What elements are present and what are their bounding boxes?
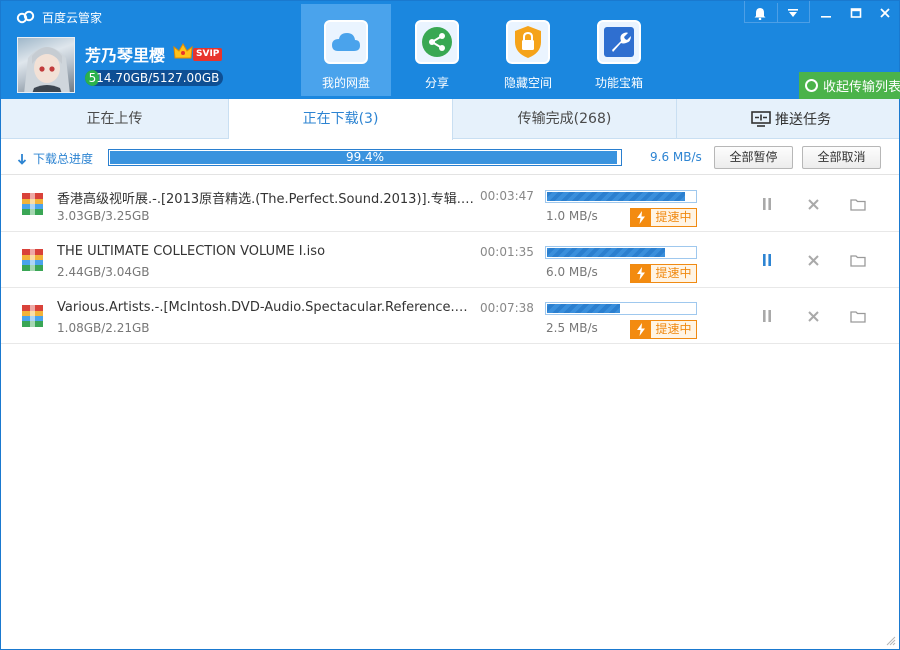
total-progress-percent: 99.4% [345, 150, 385, 164]
pause-all-button[interactable]: 全部暂停 [714, 146, 793, 169]
open-folder-icon[interactable] [849, 251, 867, 269]
task-remaining-time: 00:07:38 [480, 301, 534, 315]
download-task-row[interactable]: Various.Artists.-.[McIntosh.DVD-Audio.Sp… [1, 288, 899, 344]
collapse-transfer-list-button[interactable]: 收起传输列表 [799, 72, 900, 99]
task-progress-bar [545, 190, 697, 203]
download-task-row[interactable]: 香港高级视听展.-.[2013原音精选.(The.Perfect.Sound.2… [1, 176, 899, 232]
pause-icon[interactable] [758, 251, 776, 269]
nav-label: 功能宝箱 [594, 76, 643, 90]
nav-label: 隐藏空间 [503, 76, 552, 90]
speed-boost-label: 提速中 [651, 209, 696, 226]
nav-toolbox[interactable]: 功能宝箱 [574, 4, 664, 96]
lightning-icon [631, 321, 651, 338]
total-progress-bar-row: 下载总进度 99.4% 9.6 MB/s 全部暂停 全部取消 [1, 140, 899, 175]
task-remaining-time: 00:01:35 [480, 245, 534, 259]
task-speed: 6.0 MB/s [546, 265, 598, 279]
speed-boost-badge[interactable]: 提速中 [630, 320, 697, 339]
tab-completed[interactable]: 传输完成(268) [453, 99, 677, 139]
nav-share[interactable]: 分享 [392, 4, 482, 96]
task-progress-bar [545, 302, 697, 315]
maximize-icon[interactable] [841, 3, 871, 23]
cancel-all-button[interactable]: 全部取消 [802, 146, 881, 169]
task-file-size: 1.08GB/2.21GB [57, 321, 150, 335]
tab-push-label: 推送任务 [775, 112, 831, 128]
header: 百度云管家 芳乃琴里樱 SVIP 514.70GB/5127.00GB 我的网盘… [1, 1, 900, 99]
nav-label: 我的网盘 [321, 76, 370, 90]
nav-label: 分享 [424, 76, 449, 90]
speed-boost-badge[interactable]: 提速中 [630, 264, 697, 283]
task-file-name: Various.Artists.-.[McIntosh.DVD-Audio.Sp… [57, 300, 477, 315]
pause-icon[interactable] [758, 195, 776, 213]
baidu-cloud-logo-icon [16, 10, 35, 24]
user-name[interactable]: 芳乃琴里樱 [85, 42, 165, 66]
tab-push-tasks[interactable]: 推送任务 [751, 99, 831, 139]
tab-uploading[interactable]: 正在上传 [1, 99, 229, 139]
task-progress-bar [545, 246, 697, 259]
archive-file-icon [22, 249, 43, 271]
download-arrow-icon [17, 153, 27, 165]
task-speed: 1.0 MB/s [546, 209, 598, 223]
crown-icon [173, 43, 193, 59]
task-file-name: THE ULTIMATE COLLECTION VOLUME I.iso [57, 244, 326, 259]
svip-badge: SVIP [193, 48, 223, 61]
nav-hidden-space[interactable]: 隐藏空间 [483, 4, 573, 96]
share-icon [415, 20, 459, 64]
speed-boost-badge[interactable]: 提速中 [630, 208, 697, 227]
speed-boost-label: 提速中 [651, 265, 696, 282]
lightning-icon [631, 209, 651, 226]
app-window: 百度云管家 芳乃琴里樱 SVIP 514.70GB/5127.00GB 我的网盘… [0, 0, 900, 650]
storage-quota-bar: 514.70GB/5127.00GB [85, 70, 223, 86]
total-progress-bar: 99.4% [108, 149, 622, 166]
tab-downloading[interactable]: 正在下载(3) [229, 99, 453, 140]
task-progress-fill [547, 192, 685, 201]
close-icon[interactable] [870, 3, 900, 23]
dropdown-menu-icon[interactable] [777, 3, 807, 23]
cancel-icon[interactable] [804, 195, 822, 213]
transfer-tabs: 正在上传 正在下载(3) 传输完成(268) 推送任务 [1, 99, 899, 140]
open-folder-icon[interactable] [849, 307, 867, 325]
app-title: 百度云管家 [16, 8, 102, 26]
task-speed: 2.5 MB/s [546, 321, 598, 335]
avatar-image [24, 47, 70, 92]
push-screen-icon [751, 111, 771, 127]
task-file-name: 香港高级视听展.-.[2013原音精选.(The.Perfect.Sound.2… [57, 192, 477, 207]
app-title-text: 百度云管家 [42, 10, 103, 25]
cloud-icon [324, 20, 368, 64]
total-progress-label: 下载总进度 [17, 150, 93, 167]
resize-grip-icon[interactable] [886, 636, 896, 646]
lightning-icon [631, 265, 651, 282]
task-remaining-time: 00:03:47 [480, 189, 534, 203]
open-folder-icon[interactable] [849, 195, 867, 213]
archive-file-icon [22, 305, 43, 327]
total-progress-label-text: 下载总进度 [33, 152, 94, 166]
task-file-size: 3.03GB/3.25GB [57, 209, 150, 223]
speed-boost-label: 提速中 [651, 321, 696, 338]
total-speed: 9.6 MB/s [650, 150, 702, 164]
nav-my-netdisk[interactable]: 我的网盘 [301, 4, 391, 96]
circle-icon [805, 79, 818, 92]
wrench-icon [597, 20, 641, 64]
download-task-row[interactable]: THE ULTIMATE COLLECTION VOLUME I.iso 2.44… [1, 232, 899, 288]
task-progress-fill [547, 304, 620, 313]
lock-icon [506, 20, 550, 64]
minimize-icon[interactable] [811, 3, 841, 23]
storage-quota-text: 514.70GB/5127.00GB [88, 71, 220, 85]
cancel-icon[interactable] [804, 251, 822, 269]
pause-icon[interactable] [758, 307, 776, 325]
task-file-size: 2.44GB/3.04GB [57, 265, 150, 279]
cancel-icon[interactable] [804, 307, 822, 325]
notification-icon[interactable] [745, 3, 775, 23]
avatar[interactable] [17, 37, 75, 93]
task-progress-fill [547, 248, 666, 257]
collapse-label: 收起传输列表 [823, 80, 900, 95]
archive-file-icon [22, 193, 43, 215]
